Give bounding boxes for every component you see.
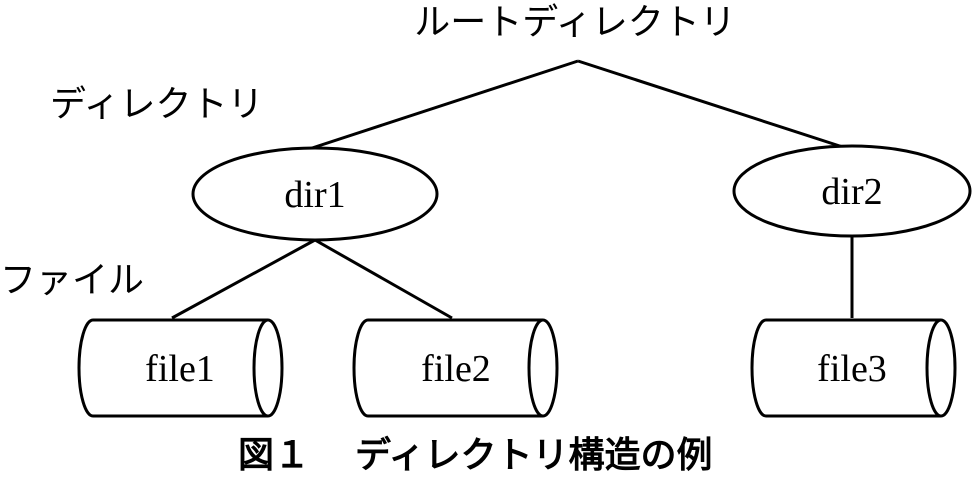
edge-dir1-file1 xyxy=(171,238,316,320)
edge-dir1-file2 xyxy=(314,238,453,320)
file3-node: file3 xyxy=(750,318,957,418)
figure-number: 図１ xyxy=(238,435,310,476)
root-directory-label: ルートディレクトリ xyxy=(414,2,735,43)
edge-root-dir2 xyxy=(577,59,853,152)
directory-category-label: ディレクトリ xyxy=(50,84,263,125)
figure-title: ディレクトリ構造の例 xyxy=(355,434,712,476)
dir2-label: dir2 xyxy=(821,171,882,213)
edge-root-dir1 xyxy=(305,59,579,152)
file1-label: file1 xyxy=(145,348,215,390)
file1-node: file1 xyxy=(77,318,284,418)
file2-node: file2 xyxy=(352,318,559,418)
file-category-label: ファイル xyxy=(0,260,144,301)
file2-label: file2 xyxy=(421,348,491,390)
dir2-node: dir2 xyxy=(732,144,972,238)
dir1-node: dir1 xyxy=(191,146,439,242)
directory-tree-diagram: ルートディレクトリ ディレクトリ ファイル dir1 dir2 file1 fi… xyxy=(0,2,972,476)
file3-label: file3 xyxy=(817,348,887,390)
dir1-label: dir1 xyxy=(284,174,345,216)
